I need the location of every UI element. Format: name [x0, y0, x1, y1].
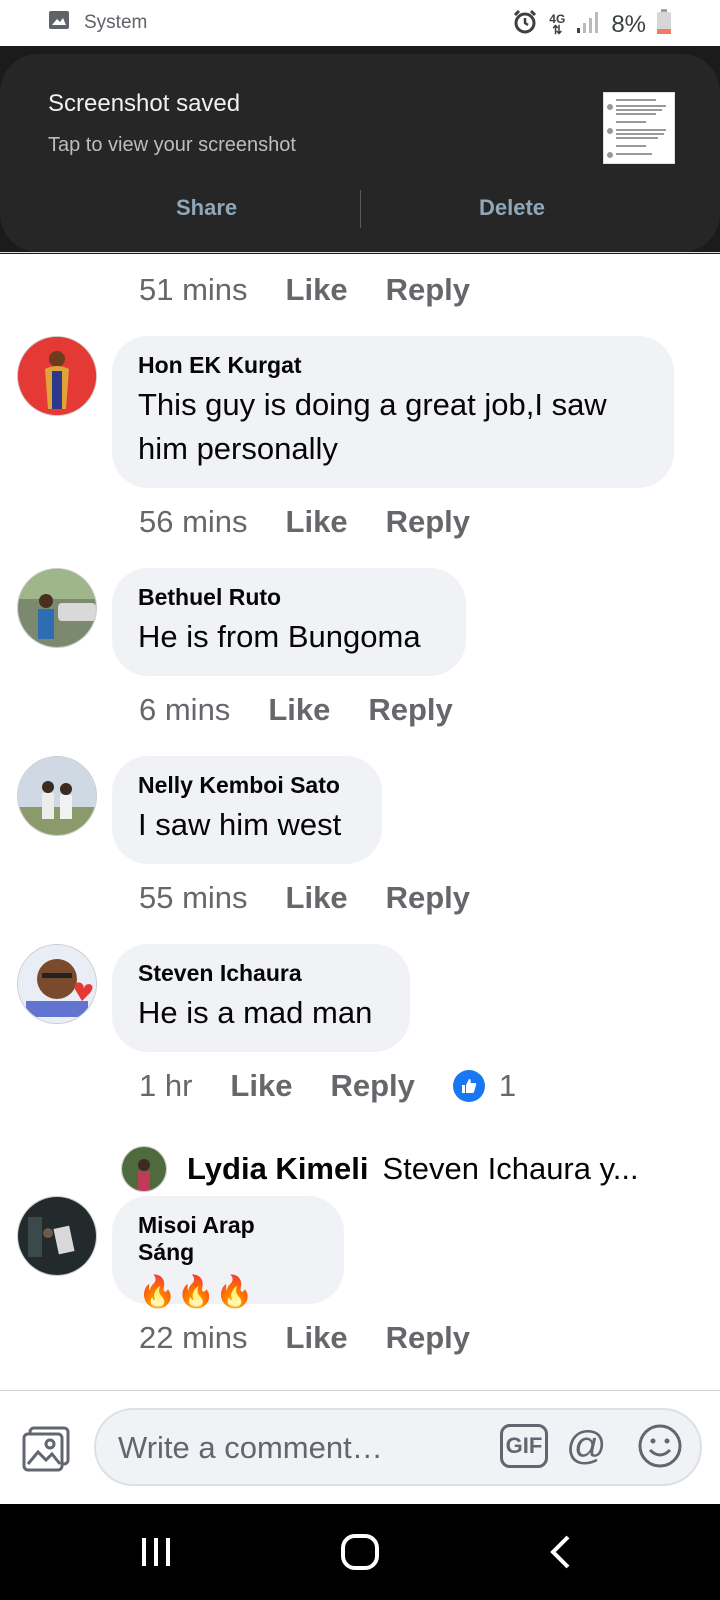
- comment-author[interactable]: Nelly Kemboi Sato: [138, 772, 354, 799]
- reaction-count[interactable]: 1: [499, 1068, 516, 1104]
- comment-bubble[interactable]: Hon EK Kurgat This guy is doing a great …: [112, 336, 674, 488]
- avatar[interactable]: [17, 336, 97, 416]
- like-button[interactable]: Like: [268, 692, 330, 728]
- comment-author[interactable]: Bethuel Ruto: [138, 584, 438, 611]
- network-indicator: 4G ⇅: [549, 11, 566, 37]
- like-reaction-icon[interactable]: [452, 1070, 485, 1102]
- comment-meta: 51 mins Like Reply: [139, 272, 508, 308]
- gallery-icon: [48, 10, 70, 36]
- composer-divider: [0, 1390, 720, 1391]
- like-button[interactable]: Like: [286, 1320, 348, 1356]
- delete-button[interactable]: Delete: [473, 194, 551, 222]
- reply-button[interactable]: Reply: [386, 272, 470, 308]
- reply-button[interactable]: Reply: [386, 880, 470, 916]
- like-button[interactable]: Like: [286, 880, 348, 916]
- reply-button[interactable]: Reply: [368, 692, 452, 728]
- reply-preview[interactable]: Lydia Kimeli Steven Ichaura y...: [121, 1146, 639, 1192]
- comment-bubble[interactable]: Misoi Arap Sáng 🔥🔥🔥: [112, 1196, 344, 1309]
- avatar[interactable]: [17, 1196, 97, 1276]
- mention-button[interactable]: @: [566, 1422, 607, 1470]
- comment-meta: 1 hr Like Reply 1: [139, 1068, 516, 1104]
- status-bar: System 4G ⇅ 8%: [0, 0, 720, 46]
- alarm-icon: [511, 8, 539, 41]
- comment-bubble[interactable]: Nelly Kemboi Sato I saw him west: [112, 756, 382, 864]
- gif-button[interactable]: GIF: [500, 1424, 548, 1468]
- comment-time: 22 mins: [139, 1320, 248, 1355]
- navigation-bar: [0, 1504, 720, 1600]
- comment-text: He is from Bungoma: [138, 619, 421, 654]
- notification-title: Screenshot saved: [48, 90, 241, 117]
- comment-time: 56 mins: [139, 504, 248, 539]
- comment-meta: 22 mins Like Reply: [139, 1320, 508, 1356]
- comment-text: He is a mad man: [138, 995, 373, 1030]
- share-button[interactable]: Share: [170, 194, 243, 222]
- photo-icon[interactable]: [20, 1424, 72, 1477]
- reply-button[interactable]: Reply: [386, 1320, 470, 1356]
- comment-input[interactable]: [116, 1410, 460, 1486]
- comment-bubble[interactable]: Bethuel Ruto He is from Bungoma: [112, 568, 466, 676]
- reply-author[interactable]: Lydia Kimeli: [187, 1151, 368, 1187]
- comment-text: I saw him west: [138, 807, 342, 842]
- comment-author[interactable]: Steven Ichaura: [138, 960, 382, 987]
- divider: [0, 252, 720, 253]
- battery-icon: [656, 9, 672, 40]
- screenshot-notification[interactable]: Screenshot saved Tap to view your screen…: [0, 54, 720, 252]
- battery-percent: 8%: [611, 10, 646, 38]
- reply-button[interactable]: Reply: [386, 504, 470, 540]
- back-icon[interactable]: [500, 1504, 620, 1600]
- emoji-icon[interactable]: [636, 1422, 684, 1475]
- status-left: System: [48, 10, 147, 36]
- comment-time: 6 mins: [139, 692, 231, 727]
- comment-bubble[interactable]: Steven Ichaura He is a mad man: [112, 944, 410, 1052]
- like-button[interactable]: Like: [286, 272, 348, 308]
- like-button[interactable]: Like: [286, 504, 348, 540]
- comment-meta: 56 mins Like Reply: [139, 504, 508, 540]
- avatar[interactable]: [17, 568, 97, 648]
- avatar[interactable]: [17, 944, 97, 1024]
- avatar: [121, 1146, 167, 1192]
- comment-meta: 55 mins Like Reply: [139, 880, 508, 916]
- comment-text: 🔥🔥🔥: [138, 1274, 254, 1309]
- notification-subtitle: Tap to view your screenshot: [48, 134, 296, 156]
- recent-apps-icon[interactable]: [96, 1504, 216, 1600]
- comment-time: 51 mins: [139, 272, 248, 307]
- comment-text: This guy is doing a great job,I saw him …: [138, 387, 607, 466]
- comment-composer[interactable]: GIF @: [94, 1408, 702, 1486]
- comment-author[interactable]: Hon EK Kurgat: [138, 352, 646, 379]
- reply-button[interactable]: Reply: [330, 1068, 414, 1104]
- home-icon[interactable]: [300, 1504, 420, 1600]
- signal-icon: [575, 10, 601, 39]
- comment-time: 1 hr: [139, 1068, 193, 1103]
- screenshot-thumbnail[interactable]: [603, 92, 675, 164]
- notification-divider: [360, 190, 361, 228]
- comment-time: 55 mins: [139, 880, 248, 915]
- status-app-label: System: [84, 12, 148, 33]
- reply-snippet: Steven Ichaura y...: [382, 1151, 639, 1186]
- avatar[interactable]: [17, 756, 97, 836]
- like-button[interactable]: Like: [230, 1068, 292, 1104]
- comment-meta: 6 mins Like Reply: [139, 692, 491, 728]
- comment-author[interactable]: Misoi Arap Sáng: [138, 1212, 316, 1266]
- status-right: 4G ⇅ 8%: [511, 8, 672, 41]
